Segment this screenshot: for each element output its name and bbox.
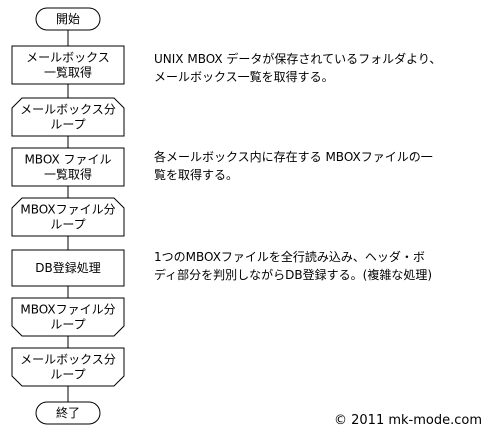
node-mbox-loop-start: MBOXファイル分ループ xyxy=(11,197,125,237)
copyright-text: © 2011 mk-mode.com xyxy=(334,413,482,428)
node-db-register: DB登録処理 xyxy=(11,249,125,287)
node-label: MBOX ファイル xyxy=(24,153,111,167)
node-end: 終了 xyxy=(35,401,101,425)
node-get-mbox-files: MBOX ファイル一覧取得 xyxy=(11,147,125,187)
node-mbox-loop-end: MBOXファイル分ループ xyxy=(11,297,125,337)
node-label: 終了 xyxy=(56,405,80,420)
node-label: ループ xyxy=(50,368,85,382)
node-label: メールボックス分 xyxy=(20,103,116,117)
node-label: DB登録処理 xyxy=(35,260,100,275)
node-label: MBOXファイル分 xyxy=(20,303,115,317)
node-label: MBOXファイル分 xyxy=(20,203,115,217)
node-label: ループ xyxy=(50,318,85,332)
node-start: 開始 xyxy=(35,7,101,31)
node-label: ループ xyxy=(50,118,85,132)
node-mailbox-loop-end: メールボックス分ループ xyxy=(11,347,125,387)
node-label: メールボックス分 xyxy=(20,353,116,367)
node-label: ループ xyxy=(50,218,85,232)
node-label: 一覧取得 xyxy=(44,65,92,80)
node-label: 一覧取得 xyxy=(44,167,92,182)
node-get-mailboxes: メールボックス一覧取得 xyxy=(11,45,125,85)
note-get-mbox-files: 各メールボックス内に存在する MBOXファイルの一 覧を取得する。 xyxy=(154,150,433,182)
node-mailbox-loop-start: メールボックス分ループ xyxy=(11,97,125,137)
node-label: メールボックス xyxy=(26,51,110,65)
note-db-register: 1つのMBOXファイルを全行読み込み、ヘッダ・ボ ディ部分を判別しながらDB登録… xyxy=(154,250,432,282)
note-get-mailboxes: UNIX MBOX データが保存されているフォルダより、 メールボックス一覧を取… xyxy=(154,52,442,84)
node-label: 開始 xyxy=(56,12,80,26)
